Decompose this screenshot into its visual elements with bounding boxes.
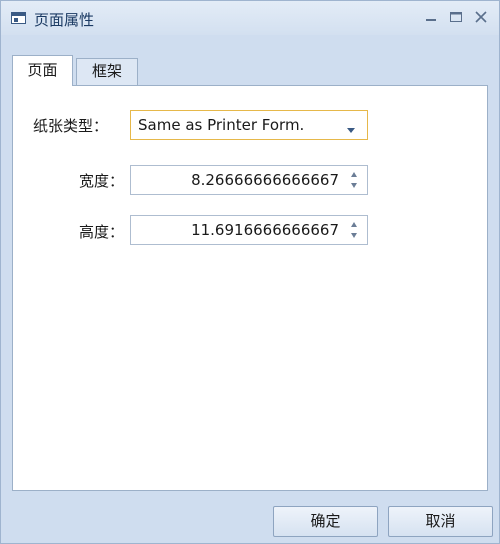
width-label: 宽度： <box>79 172 125 190</box>
ok-button[interactable]: 确定 <box>273 506 378 537</box>
height-label: 高度： <box>79 223 125 241</box>
close-icon[interactable] <box>471 7 491 27</box>
height-spinner[interactable]: 11.6916666666667 <box>130 215 368 245</box>
window-title: 页面属性 <box>34 11 95 29</box>
title-bar[interactable]: 页面属性 <box>1 1 499 35</box>
paper-type-dropdown[interactable]: Same as Printer Form. <box>130 110 368 140</box>
minimize-icon[interactable] <box>421 7 441 27</box>
tab-panel-page <box>12 85 488 491</box>
paper-type-label: 纸张类型： <box>33 117 109 135</box>
maximize-icon[interactable] <box>446 7 466 27</box>
width-stepper-icon[interactable] <box>347 169 361 191</box>
width-spinner[interactable]: 8.26666666666667 <box>130 165 368 195</box>
width-value: 8.26666666666667 <box>191 171 339 189</box>
tab-page[interactable]: 页面 <box>12 55 73 86</box>
height-value: 11.6916666666667 <box>191 221 339 239</box>
tab-frame[interactable]: 框架 <box>76 58 138 85</box>
page-properties-dialog: 页面属性 页面 框架 纸张类型： Same as Printer Form. 宽… <box>0 0 500 544</box>
cancel-button[interactable]: 取消 <box>388 506 493 537</box>
height-stepper-icon[interactable] <box>347 219 361 241</box>
paper-type-value: Same as Printer Form. <box>138 116 305 134</box>
window-icon <box>11 12 26 24</box>
chevron-down-icon[interactable] <box>346 122 356 138</box>
